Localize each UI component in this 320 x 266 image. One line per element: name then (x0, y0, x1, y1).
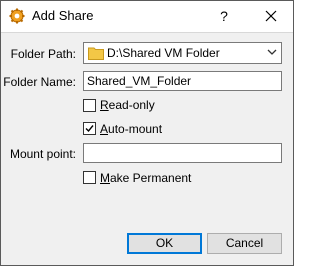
folder-name-label: Folder Name: (3, 75, 76, 89)
folder-path-label: Folder Path: (10, 47, 76, 61)
add-share-dialog: Add Share ? Folder Path: D:\Shared VM Fo… (0, 0, 294, 266)
auto-mount-label[interactable]: Auto-mount (100, 122, 162, 136)
mount-point-field[interactable] (83, 143, 282, 163)
folder-path-combobox[interactable]: D:\Shared VM Folder (83, 42, 282, 64)
folder-name-value: Shared_VM_Folder (87, 74, 192, 88)
cancel-button[interactable]: Cancel (207, 233, 282, 254)
read-only-checkbox[interactable] (83, 99, 96, 112)
mount-point-label: Mount point: (9, 147, 76, 161)
help-button[interactable]: ? (213, 5, 235, 27)
auto-mount-checkbox[interactable] (83, 122, 96, 135)
ok-button[interactable]: OK (127, 233, 202, 254)
read-only-label[interactable]: Read-only (100, 98, 155, 112)
folder-icon (88, 47, 104, 60)
make-permanent-checkbox[interactable] (83, 171, 96, 184)
folder-path-value: D:\Shared VM Folder (107, 46, 220, 60)
chevron-down-icon[interactable] (267, 48, 277, 56)
title-bar: Add Share ? (1, 1, 293, 33)
checkmark-icon (85, 125, 94, 133)
make-permanent-label[interactable]: Make Permanent (100, 171, 191, 185)
folder-name-field[interactable]: Shared_VM_Folder (83, 71, 282, 91)
virtualbox-gear-icon (9, 8, 25, 24)
close-icon (265, 10, 277, 22)
close-button[interactable] (259, 5, 283, 27)
dialog-title: Add Share (32, 8, 94, 23)
